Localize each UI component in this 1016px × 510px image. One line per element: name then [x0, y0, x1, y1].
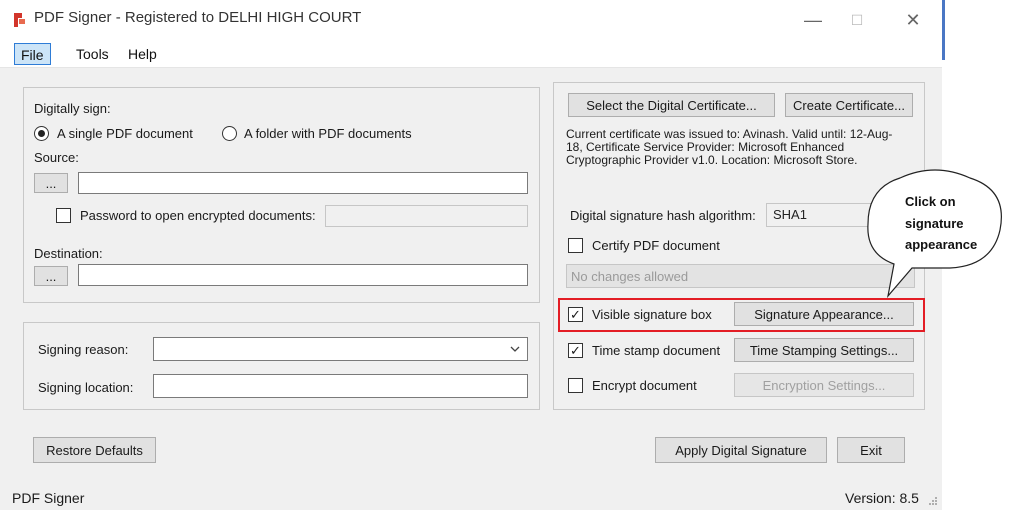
destination-input[interactable] [78, 264, 528, 286]
apply-digital-signature-button[interactable]: Apply Digital Signature [655, 437, 827, 463]
timestamp-label: Time stamp document [592, 343, 721, 358]
certify-pdf-checkbox[interactable] [568, 238, 583, 253]
signing-reason-dropdown[interactable] [153, 337, 528, 361]
single-pdf-radio[interactable] [34, 126, 49, 141]
minimize-button[interactable]: — [798, 8, 828, 32]
status-version: Version: 8.5 [845, 490, 919, 506]
menu-file[interactable]: File [14, 43, 51, 65]
digitally-sign-heading: Digitally sign: [34, 101, 111, 116]
status-app-name: PDF Signer [12, 490, 85, 506]
password-input[interactable] [325, 205, 528, 227]
resize-grip-icon[interactable] [928, 496, 938, 506]
maximize-button[interactable]: ☐ [842, 8, 872, 32]
timestamp-checkbox[interactable]: ✓ [568, 343, 583, 358]
single-pdf-label: A single PDF document [57, 126, 193, 141]
visible-signature-highlight [558, 298, 925, 332]
certify-pdf-label: Certify PDF document [592, 238, 720, 253]
callout-line-1: Click on [905, 194, 956, 209]
destination-label: Destination: [34, 246, 103, 261]
close-button[interactable]: ✕ [898, 8, 928, 32]
menu-tools[interactable]: Tools [70, 43, 115, 65]
encrypt-checkbox[interactable] [568, 378, 583, 393]
callout-line-3: appearance [905, 237, 978, 252]
window-title: PDF Signer - Registered to DELHI HIGH CO… [34, 9, 362, 26]
password-checkbox[interactable] [56, 208, 71, 223]
encryption-settings-button[interactable]: Encryption Settings... [734, 373, 914, 397]
timestamp-settings-button[interactable]: Time Stamping Settings... [734, 338, 914, 362]
source-label: Source: [34, 150, 79, 165]
status-bar [0, 484, 942, 510]
destination-browse-button[interactable]: ... [34, 266, 68, 286]
folder-pdf-label: A folder with PDF documents [244, 126, 412, 141]
select-certificate-button[interactable]: Select the Digital Certificate... [568, 93, 775, 117]
password-label: Password to open encrypted documents: [80, 208, 316, 223]
create-certificate-button[interactable]: Create Certificate... [785, 93, 913, 117]
encrypt-label: Encrypt document [592, 378, 697, 393]
exit-button[interactable]: Exit [837, 437, 905, 463]
pdf-signer-app-icon [14, 13, 25, 27]
signing-location-input[interactable] [153, 374, 528, 398]
restore-defaults-button[interactable]: Restore Defaults [33, 437, 156, 463]
folder-pdf-radio[interactable] [222, 126, 237, 141]
signing-location-label: Signing location: [38, 380, 134, 395]
hash-algorithm-label: Digital signature hash algorithm: [570, 208, 756, 223]
menu-help[interactable]: Help [122, 43, 163, 65]
callout-line-2: signature [905, 216, 964, 231]
chevron-down-icon [510, 346, 520, 352]
source-browse-button[interactable]: ... [34, 173, 68, 193]
window-edge [942, 0, 945, 60]
signing-reason-label: Signing reason: [38, 342, 129, 357]
source-input[interactable] [78, 172, 528, 194]
certificate-info: Current certificate was issued to: Avina… [566, 127, 893, 167]
